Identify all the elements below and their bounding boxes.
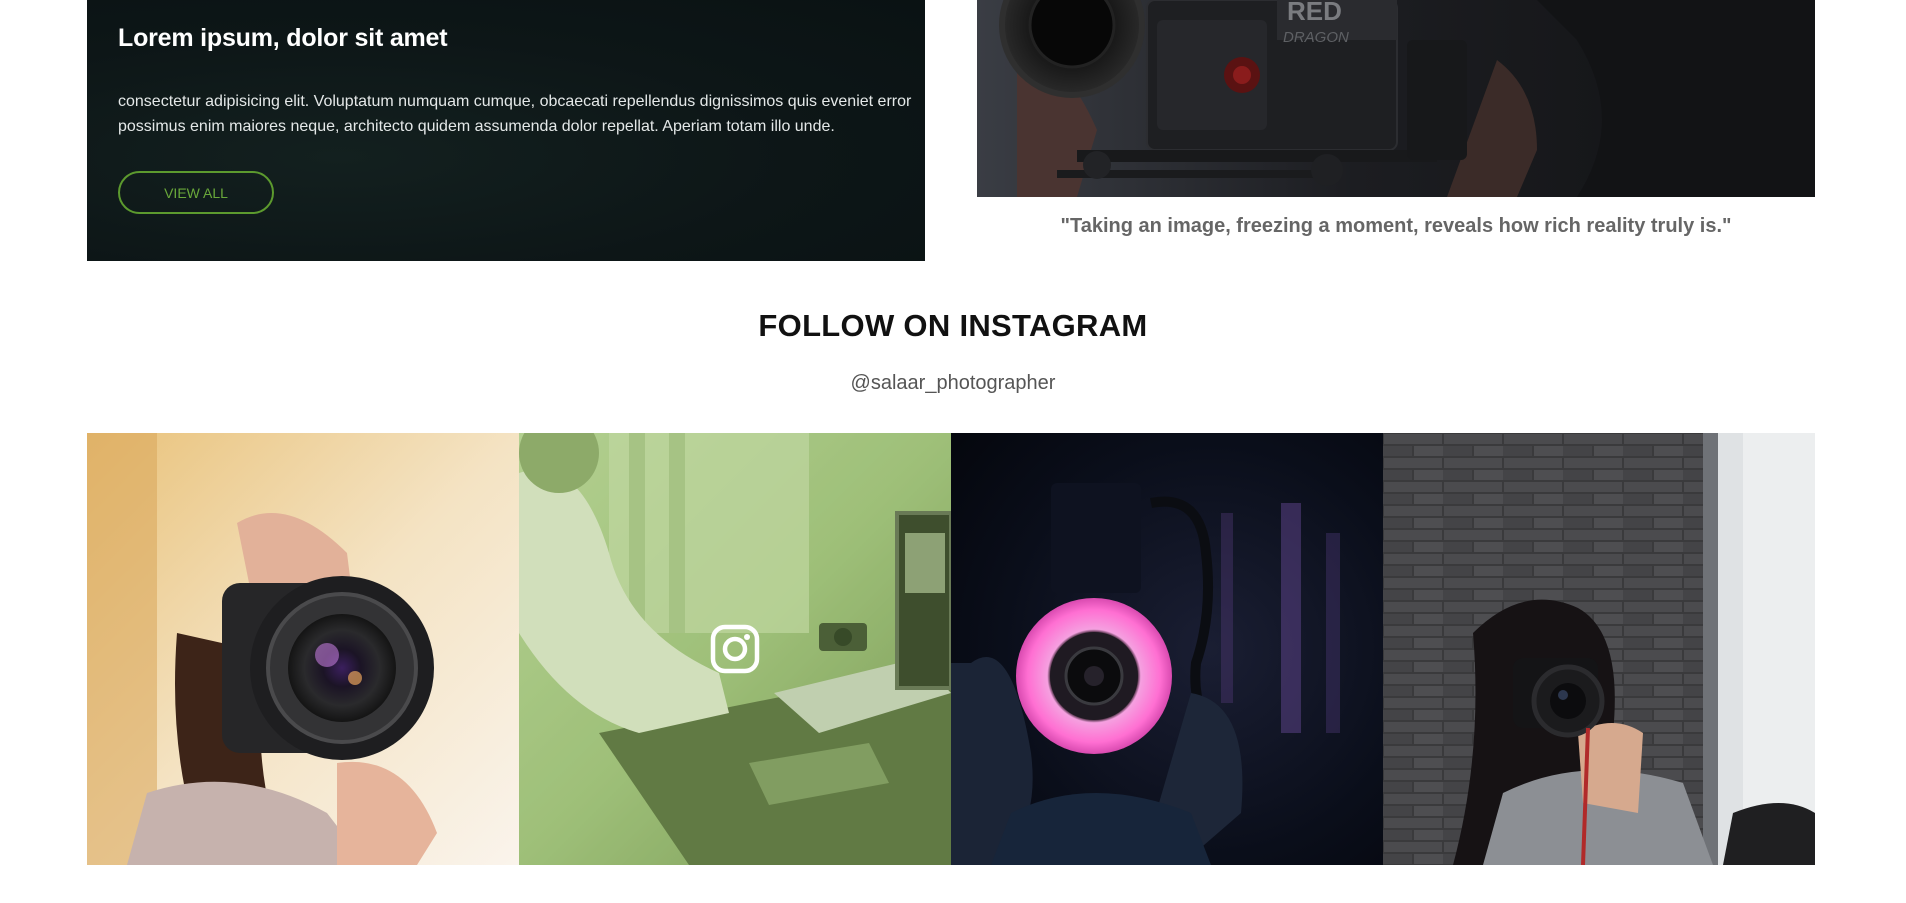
photography-quote: "Taking an image, freezing a moment, rev… (1060, 215, 1732, 237)
promo-card: Lorem ipsum, dolor sit amet consectetur … (87, 0, 925, 261)
camera-model-label: DRAGON (1283, 29, 1349, 46)
instagram-post-1[interactable] (87, 433, 519, 865)
instagram-post-2[interactable] (519, 433, 951, 865)
promo-title: Lorem ipsum, dolor sit amet (118, 24, 448, 52)
instagram-hover-overlay[interactable] (519, 433, 951, 865)
camera-brand-label: RED (1287, 0, 1342, 26)
instagram-heading: FOLLOW ON INSTAGRAM (758, 308, 1148, 343)
view-all-button[interactable]: VIEW ALL (118, 171, 274, 214)
photo-ring-light (951, 433, 1383, 865)
photo-girl-camera-brick-wall (1383, 433, 1815, 865)
cinema-camera-illustration: RED DRAGON (977, 0, 1815, 197)
instagram-handle[interactable]: @salaar_photographer (0, 372, 1906, 395)
instagram-post-3[interactable] (951, 433, 1383, 865)
instagram-gallery (87, 433, 1815, 865)
photo-woman-camera (87, 433, 519, 865)
instagram-post-4[interactable] (1383, 433, 1815, 865)
promo-description: consectetur adipisicing elit. Voluptatum… (118, 93, 912, 135)
cinema-camera-photo: RED DRAGON (977, 0, 1815, 197)
instagram-icon (710, 624, 760, 674)
